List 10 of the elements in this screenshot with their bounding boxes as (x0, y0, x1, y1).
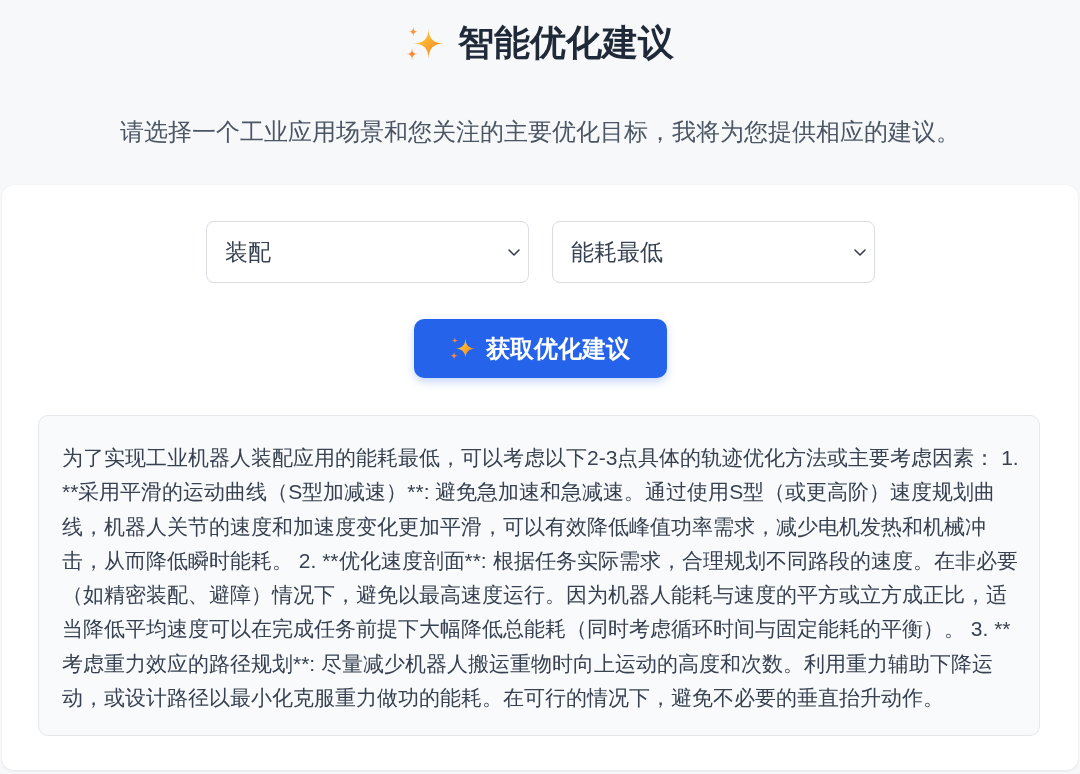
dropdown-select[interactable]: 装配 (205, 221, 529, 283)
dropdown-select[interactable]: 能耗最低 (551, 221, 875, 283)
sparkles-icon (450, 337, 476, 360)
page-subtitle: 请选择一个工业应用场景和您关注的主要优化目标，我将为您提供相应的建议。 (120, 118, 960, 147)
result-text: 为了实现工业机器人装配应用的能耗最低，可以考虑以下2-3点具体的轨迹优化方法或主要考虑因素： 1. **采用平滑的运动曲线（S型加减速）**: 避免急加速和急减速。通过使用S型（或更高阶）速度规划曲线，机器人关节的速度和加速度变化更加平滑，可以有效降低峰值功率需求，减少电机发热和机械冲击，从而降低瞬时能耗。 2. **优化速度剖面**: 根据任务实际需求，合理规划不同路段的速度。在非必要（如精密装配、避障）情况下，避免以最高速度运行。因为机器人能耗与速度的平方或立方成正比，适当降低平均速度可以在完成任务前提下大幅降低总能耗（同时考虑循环时间与固定能耗的平衡）。 3. **考虑重力效应的路径规划**: 尽量减少机器人搬运重物时向上运动的高度和次数。利用重力辅助下降运动，或设计路径以最小化克服重力做功的能耗。在可行的情况下，避免不必要的垂直抬升动作。 (62, 445, 1020, 712)
sparkles-icon (406, 26, 444, 60)
page-title: 智能优化建议 (458, 21, 674, 65)
get-suggestions-button[interactable]: 获取优化建议 (413, 319, 667, 378)
chevron-down-icon (507, 248, 520, 256)
chevron-down-icon (853, 248, 866, 256)
